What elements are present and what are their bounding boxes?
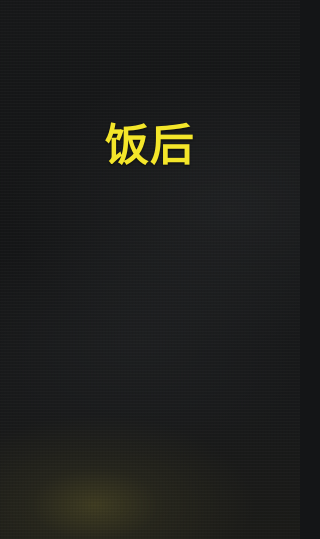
caption-text: 饭后 xyxy=(105,120,195,171)
video-frame: 饭后 xyxy=(0,0,300,539)
background-texture xyxy=(0,0,300,539)
